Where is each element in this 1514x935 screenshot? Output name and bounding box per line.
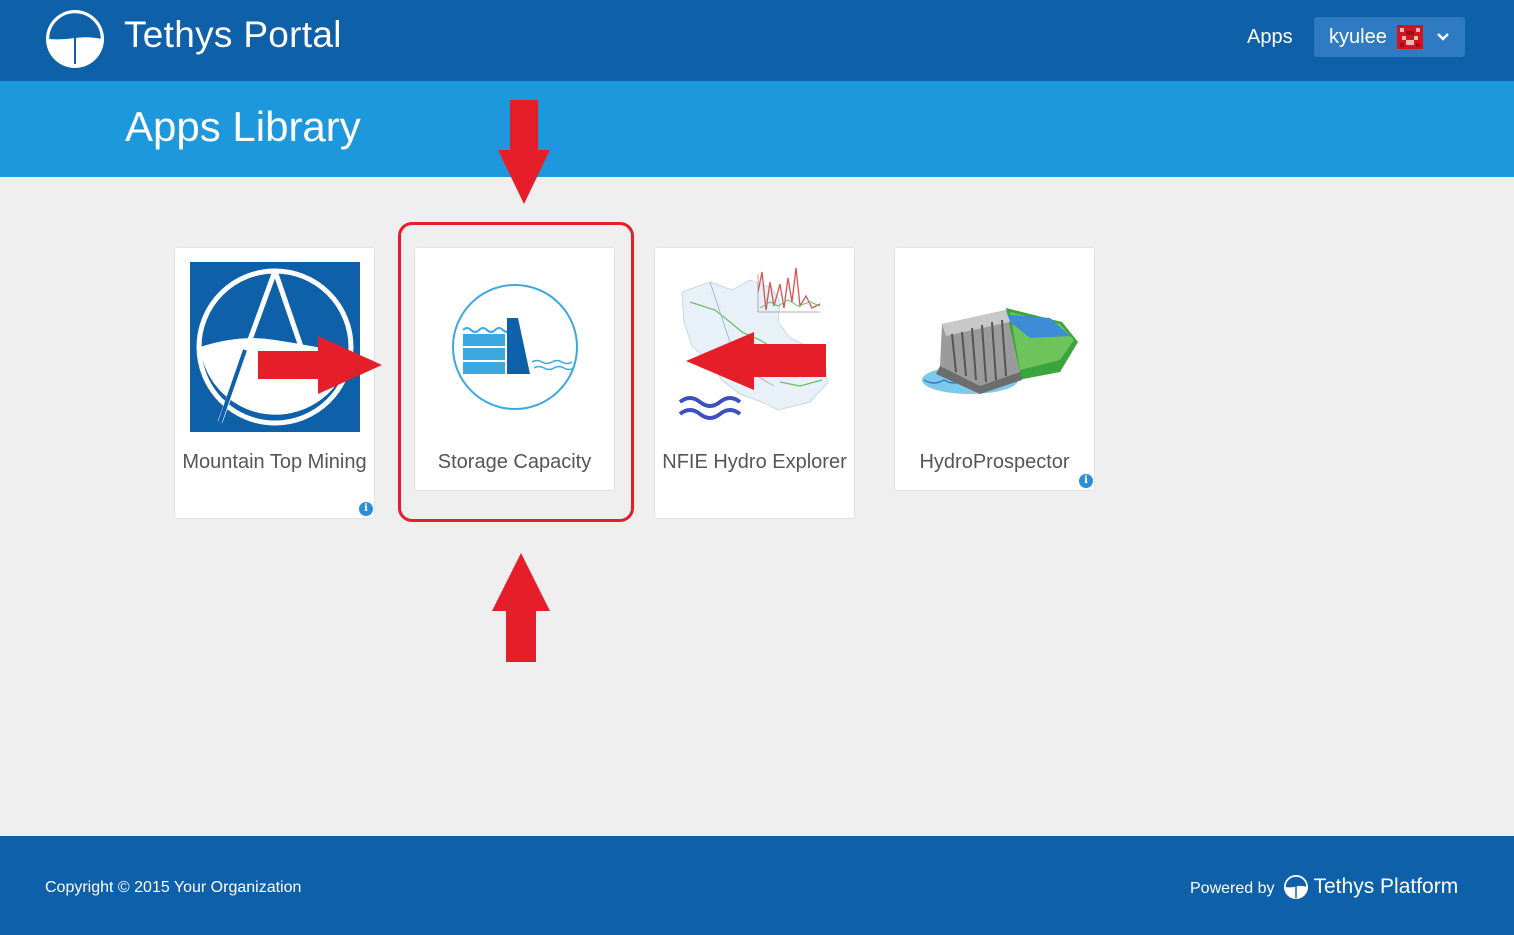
platform-name: Tethys Platform: [1313, 875, 1459, 898]
annotation-highlight-box: [398, 222, 634, 522]
powered-by-label: Powered by: [1190, 880, 1275, 897]
info-icon[interactable]: i: [1079, 474, 1093, 488]
hydroprospector-dam-icon: [910, 262, 1080, 432]
annotation-arrow-left-icon: [686, 332, 826, 390]
brand-home-link[interactable]: Tethys Portal: [44, 8, 342, 70]
username-label: kyulee: [1329, 25, 1387, 48]
user-menu-dropdown[interactable]: kyulee: [1314, 17, 1465, 57]
app-name: HydroProspector: [919, 451, 1070, 473]
page-header-bar: Apps Library: [0, 81, 1514, 177]
app-name: Mountain Top Mining: [182, 451, 367, 473]
tethys-logo-icon: [46, 10, 104, 68]
app-tile-hydroprospector[interactable]: HydroProspector i: [894, 247, 1095, 491]
user-avatar-icon: [1396, 25, 1423, 49]
tethys-platform-logo-icon: [1283, 875, 1308, 899]
portal-title: Tethys Portal: [124, 14, 342, 55]
app-name: NFIE Hydro Explorer: [662, 451, 847, 473]
powered-by-link[interactable]: Powered by Tethys Platform: [1190, 874, 1458, 900]
annotation-arrow-down-icon: [498, 100, 550, 204]
annotation-arrow-right-icon: [258, 336, 382, 394]
copyright-text: Copyright © 2015 Your Organization: [45, 879, 302, 896]
top-navbar: Tethys Portal Apps kyulee: [0, 0, 1514, 81]
page-title: Apps Library: [125, 103, 361, 150]
annotation-arrow-up-icon: [492, 553, 550, 662]
page-footer: Copyright © 2015 Your Organization Power…: [0, 836, 1514, 935]
chevron-down-icon: [1436, 33, 1449, 41]
info-icon[interactable]: i: [359, 502, 373, 516]
nav-apps-link[interactable]: Apps: [1247, 26, 1293, 49]
